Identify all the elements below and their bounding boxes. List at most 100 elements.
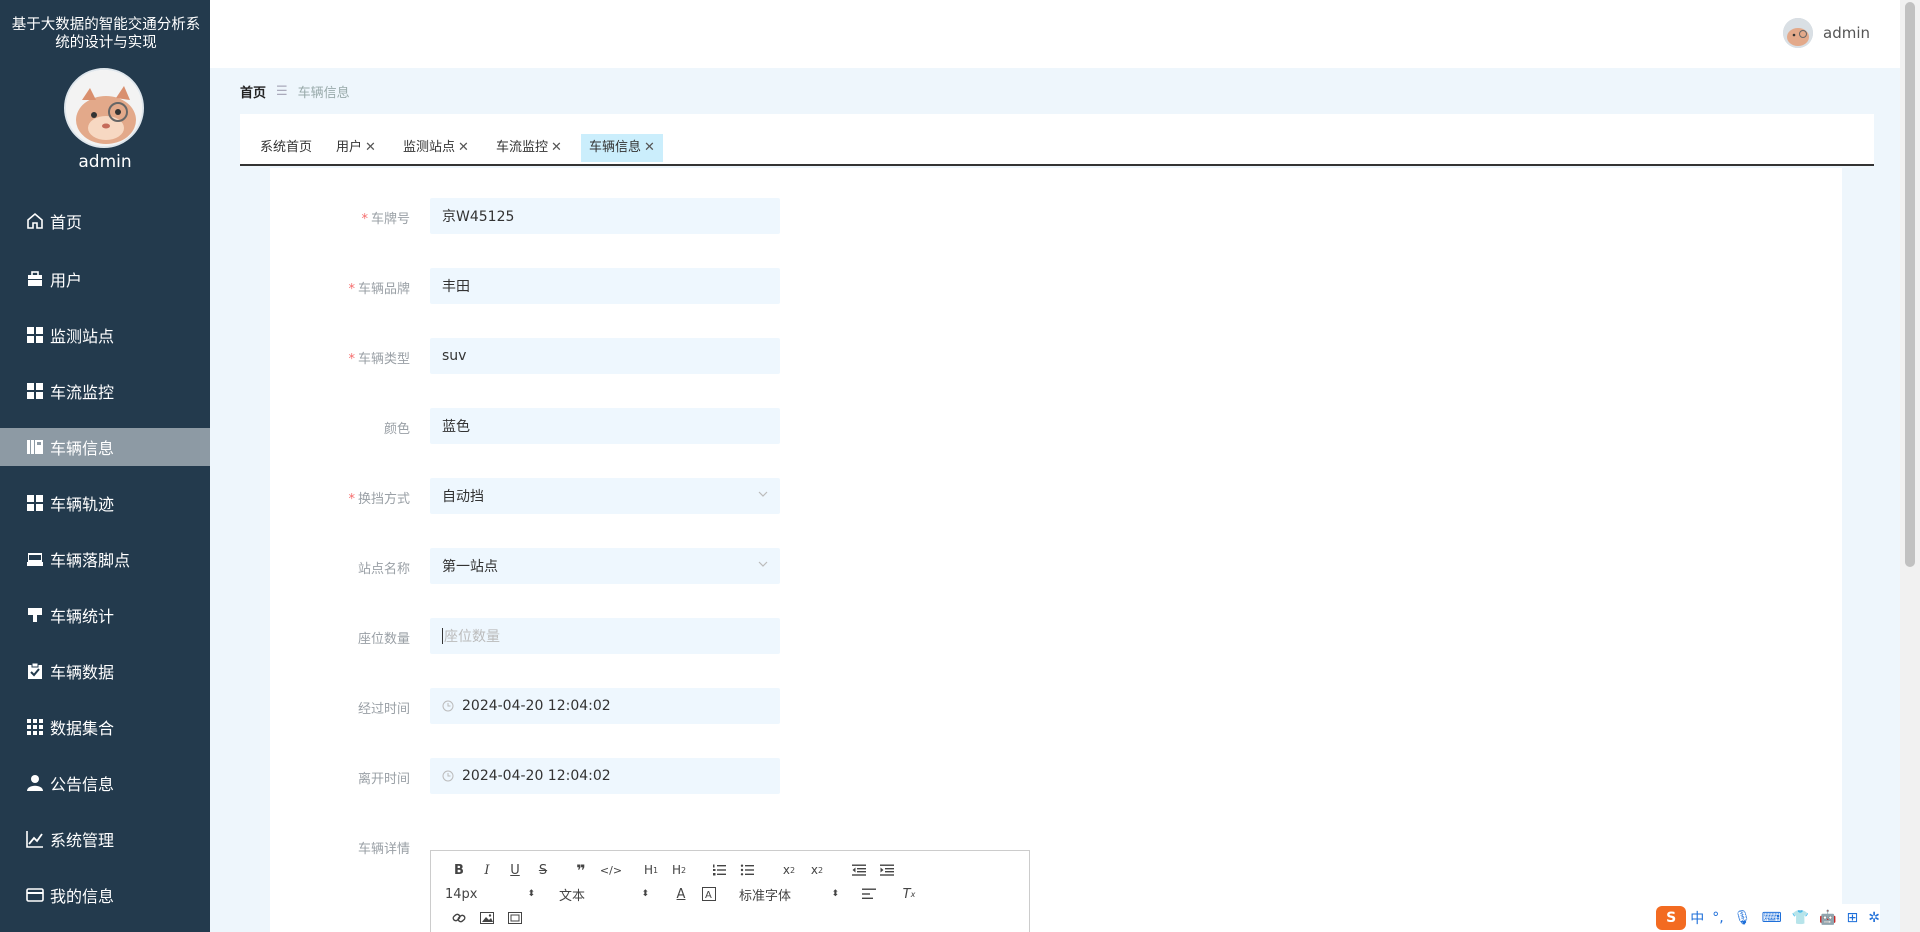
sogou-logo-icon[interactable]: S <box>1656 906 1687 930</box>
bold-icon[interactable]: B <box>445 860 473 880</box>
clock-icon <box>442 770 454 782</box>
rich-text-editor[interactable]: B I U S ❞ </> H1 H2 x2 x2 14px ⬍ 文本 ⬍ A … <box>430 850 1030 932</box>
type-input[interactable]: suv <box>430 338 780 374</box>
sidebar-username: admin <box>78 152 132 172</box>
sidebar-item-users[interactable]: 用户 <box>0 260 210 298</box>
outdent-icon[interactable] <box>845 860 873 880</box>
header-picker[interactable]: 文本 ⬍ <box>559 885 649 904</box>
tab-system-home[interactable]: 系统首页 <box>252 134 320 162</box>
font-family-picker[interactable]: 标准字体 ⬍ <box>739 885 839 904</box>
ordered-list-icon[interactable] <box>705 860 733 880</box>
close-icon[interactable]: ✕ <box>551 140 562 155</box>
card-icon <box>24 884 46 906</box>
grid-icon[interactable]: ⊞ <box>1847 910 1859 926</box>
ime-lang[interactable]: 中 <box>1690 908 1704 928</box>
pass-time-label: 经过时间 <box>357 702 410 717</box>
close-icon[interactable]: ✕ <box>644 140 655 155</box>
tab-label: 车辆信息 <box>589 140 642 155</box>
seats-label: 座位数量 <box>357 632 410 647</box>
text-color-icon[interactable]: A <box>667 884 695 904</box>
page-scrollbar[interactable] <box>1900 0 1920 932</box>
sidebar-item-announcements[interactable]: 公告信息 <box>0 764 210 802</box>
avatar[interactable] <box>64 68 144 148</box>
image-icon[interactable] <box>473 908 501 928</box>
close-icon[interactable]: ✕ <box>458 140 469 155</box>
apps-icon <box>24 716 46 738</box>
header-1-icon[interactable]: H1 <box>637 860 665 880</box>
system-title: 基于大数据的智能交通分析系统的设计与实现 <box>11 17 201 51</box>
sidebar-item-system-management[interactable]: 系统管理 <box>0 820 210 858</box>
clock-icon <box>442 700 454 712</box>
sidebar-item-label: 用户 <box>50 271 83 290</box>
avatar <box>1783 18 1813 48</box>
sidebar-item-vehicle-data[interactable]: 车辆数据 <box>0 652 210 690</box>
seats-input[interactable]: 座位数量 <box>430 618 780 654</box>
editor-toolbar-row-3 <box>445 907 529 929</box>
gear-select[interactable]: 自动挡 <box>430 478 780 514</box>
updown-icon: ⬍ <box>641 889 649 899</box>
skin-icon[interactable]: 👕 <box>1792 910 1809 926</box>
station-label: 站点名称 <box>357 562 410 577</box>
sidebar-item-vehicle-track[interactable]: 车辆轨迹 <box>0 484 210 522</box>
station-select[interactable]: 第一站点 <box>430 548 780 584</box>
italic-icon[interactable]: I <box>473 860 501 880</box>
keyboard-icon[interactable]: ⌨ <box>1761 910 1781 926</box>
clear-format-icon[interactable]: Tx <box>895 884 923 904</box>
breadcrumb-home[interactable]: 首页 <box>240 82 266 101</box>
microphone-icon[interactable]: 🎙 <box>1734 910 1752 926</box>
tab-users[interactable]: 用户 ✕ <box>328 134 384 162</box>
sidebar-item-vehicle-info[interactable]: 车辆信息 <box>0 428 210 466</box>
sidebar-item-label: 车辆信息 <box>50 439 115 458</box>
top-bar: admin <box>210 0 1900 68</box>
plate-label: * 车牌号 <box>361 212 410 227</box>
editor-toolbar-row-1: B I U S ❞ </> H1 H2 x2 x2 <box>445 859 901 881</box>
gear-label: * 换挡方式 <box>348 492 410 507</box>
tab-traffic-monitor[interactable]: 车流监控 ✕ <box>488 134 570 162</box>
sidebar-item-label: 车辆数据 <box>50 663 115 682</box>
code-block-icon[interactable]: </> <box>597 860 625 880</box>
superscript-icon[interactable]: x2 <box>803 860 831 880</box>
brand-input[interactable]: 丰田 <box>430 268 780 304</box>
tab-label: 车流监控 <box>496 140 549 155</box>
robot-icon[interactable]: 🤖 <box>1819 910 1836 926</box>
cartoon-cat-avatar-icon <box>66 70 142 146</box>
link-icon[interactable] <box>445 908 473 928</box>
plate-input[interactable]: 京W45125 <box>430 198 780 234</box>
color-label: 颜色 <box>383 422 410 437</box>
underline-icon[interactable]: U <box>501 860 529 880</box>
punctuation-icon[interactable]: °, <box>1712 910 1723 926</box>
sidebar-item-home[interactable]: 首页 <box>0 202 210 240</box>
background-color-icon[interactable]: A <box>695 884 723 904</box>
video-icon[interactable] <box>501 908 529 928</box>
bullet-list-icon[interactable] <box>733 860 761 880</box>
align-icon[interactable] <box>855 884 883 904</box>
tab-label: 用户 <box>336 140 363 155</box>
updown-icon: ⬍ <box>527 889 535 899</box>
user-menu[interactable]: admin <box>1783 18 1870 48</box>
tab-vehicle-info[interactable]: 车辆信息 ✕ <box>581 134 663 162</box>
ime-toolbar: S 中 °, 🎙 ⌨ 👕 🤖 ⊞ ✲ <box>1656 904 1880 932</box>
sidebar-item-vehicle-stats[interactable]: 车辆统计 <box>0 596 210 634</box>
leave-time-picker[interactable]: 2024-04-20 12:04:02 <box>430 758 780 794</box>
gear-icon[interactable]: ✲ <box>1868 910 1880 926</box>
scrollbar-thumb[interactable] <box>1905 2 1915 567</box>
strike-icon[interactable]: S <box>529 860 557 880</box>
blockquote-icon[interactable]: ❞ <box>565 860 597 880</box>
sidebar-item-label: 车辆统计 <box>50 607 115 626</box>
sidebar-item-my-info[interactable]: 我的信息 <box>0 876 210 914</box>
sidebar-item-vehicle-stops[interactable]: 车辆落脚点 <box>0 540 210 578</box>
indent-icon[interactable] <box>873 860 901 880</box>
pass-time-picker[interactable]: 2024-04-20 12:04:02 <box>430 688 780 724</box>
subscript-icon[interactable]: x2 <box>775 860 803 880</box>
header-2-icon[interactable]: H2 <box>665 860 693 880</box>
sidebar-item-datasets[interactable]: 数据集合 <box>0 708 210 746</box>
editor-toolbar-row-2: 14px ⬍ 文本 ⬍ A A 标准字体 ⬍ Tx <box>445 883 923 905</box>
tab-stations[interactable]: 监测站点 ✕ <box>395 134 477 162</box>
sidebar-item-traffic-monitor[interactable]: 车流监控 <box>0 372 210 410</box>
breadcrumb-separator-icon: ☰ <box>276 84 288 99</box>
font-size-picker[interactable]: 14px ⬍ <box>445 887 535 902</box>
sidebar-item-stations[interactable]: 监测站点 <box>0 316 210 354</box>
home-icon <box>24 210 46 232</box>
close-icon[interactable]: ✕ <box>365 140 376 155</box>
color-input[interactable]: 蓝色 <box>430 408 780 444</box>
